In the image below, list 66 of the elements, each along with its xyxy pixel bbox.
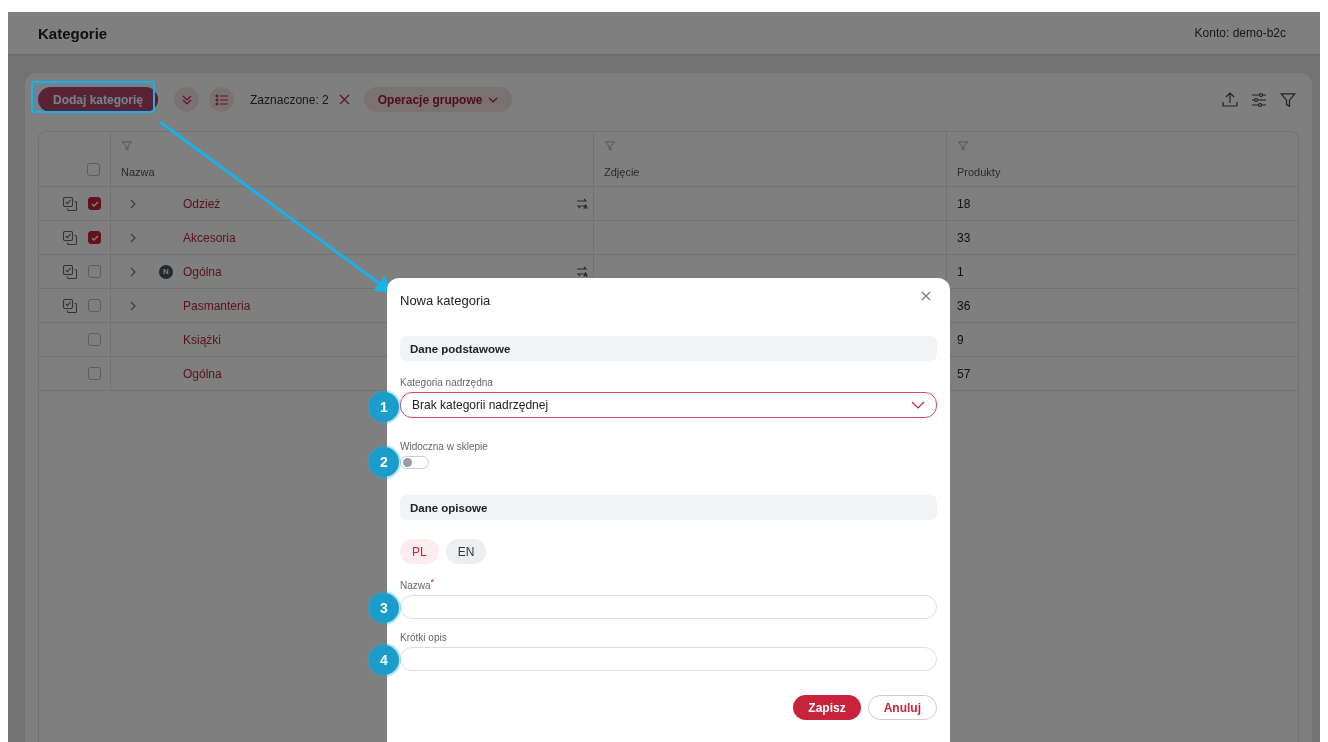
category-link[interactable]: Książki (183, 332, 221, 347)
copy-check-icon[interactable] (62, 195, 78, 212)
list-button[interactable] (209, 87, 235, 112)
chevron-down-icon (911, 400, 925, 410)
double-chevron-icon (180, 93, 193, 106)
selected-count: Zaznaczone: 2 (250, 92, 329, 107)
callout-number: 1 (369, 392, 399, 422)
category-link[interactable]: Ogólna (183, 264, 222, 279)
save-button[interactable]: Zapisz (793, 695, 861, 721)
language-tab[interactable]: EN (445, 539, 487, 564)
section-header: Dane opisowe (400, 495, 937, 520)
initial-badge: N (159, 264, 173, 279)
add-category-button[interactable]: Dodaj kategorię (38, 87, 159, 112)
cancel-button[interactable]: Anuluj (867, 695, 937, 721)
input-field[interactable] (400, 647, 937, 672)
table-cell: 18 (957, 196, 971, 211)
column-filter-icon[interactable] (604, 140, 616, 152)
callout-number: 2 (369, 447, 399, 477)
language-tab[interactable]: PL (400, 539, 439, 564)
check-icon (89, 198, 100, 209)
section-header: Dane podstawowe (400, 336, 937, 361)
field-label: Kategoria nadrzędna (400, 377, 494, 388)
parent-category-select[interactable]: Brak kategorii nadrzędnej (400, 392, 937, 418)
column-filter-icon[interactable] (121, 140, 133, 152)
bulk-operations-dropdown[interactable]: Operacje grupowe (363, 87, 513, 112)
input-field[interactable] (400, 595, 937, 620)
checkbox[interactable] (88, 197, 101, 210)
column-filter-icon[interactable] (957, 140, 969, 152)
account-label: Konto: demo-b2c (1194, 26, 1286, 40)
column-header[interactable]: Nazwa (121, 166, 583, 178)
page-title: Kategorie (38, 24, 108, 42)
checkbox[interactable] (88, 333, 101, 346)
table-cell: 9 (957, 332, 964, 347)
column-header[interactable]: Produkty (957, 166, 1288, 178)
category-link[interactable]: Akcesoria (183, 230, 236, 245)
checkbox[interactable] (88, 231, 101, 244)
copy-check-icon[interactable] (62, 297, 78, 314)
field-label: Krótki opis (400, 632, 448, 644)
sliders-icon[interactable] (1251, 90, 1267, 109)
category-link[interactable]: Pasmanteria (183, 298, 251, 313)
table-cell: 36 (957, 298, 971, 313)
list-icon (214, 92, 229, 107)
field-label: Widoczna w sklepie (400, 441, 489, 452)
copy-check-icon[interactable] (62, 263, 78, 280)
dialog-title: Nowa kategoria (400, 292, 491, 308)
filter-icon[interactable] (1279, 90, 1297, 109)
checkbox[interactable] (88, 299, 101, 312)
clear-selection-icon[interactable] (338, 94, 350, 105)
checkbox[interactable] (87, 163, 100, 176)
table-cell: 33 (957, 230, 971, 245)
callout-number: 4 (369, 645, 399, 676)
category-link[interactable]: Ogólna (183, 366, 222, 381)
expand-all-button[interactable] (174, 87, 200, 112)
checkbox[interactable] (88, 265, 101, 278)
upload-icon[interactable] (1221, 90, 1239, 109)
swap-icon[interactable] (575, 264, 589, 279)
checkbox[interactable] (88, 367, 101, 380)
copy-check-icon[interactable] (62, 229, 78, 246)
check-icon (89, 232, 100, 243)
category-link[interactable]: Odzież (183, 196, 221, 211)
close-icon[interactable] (921, 291, 931, 301)
table-cell: 1 (957, 264, 964, 279)
field-label: Nazwa$^{*}$ (400, 577, 436, 592)
table-cell: 57 (957, 366, 971, 381)
column-header[interactable]: Zdjęcie (604, 166, 936, 178)
callout-number: 3 (369, 593, 399, 624)
